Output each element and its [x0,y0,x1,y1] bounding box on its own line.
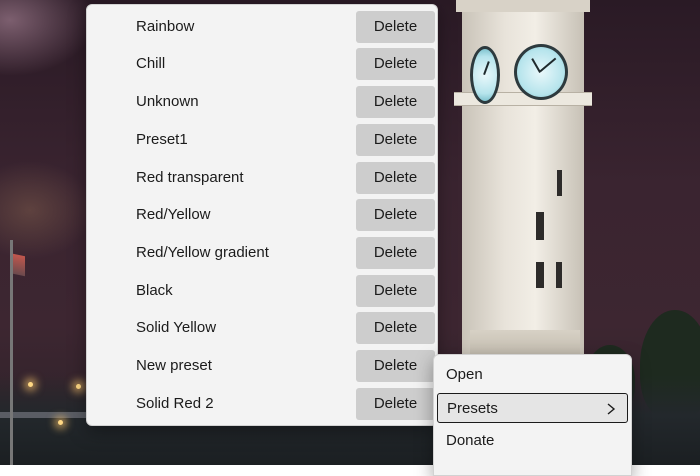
delete-preset-button[interactable]: Delete [356,388,435,420]
menu-item-open[interactable]: Open [437,360,628,390]
delete-preset-button[interactable]: Delete [356,350,435,382]
preset-name[interactable]: Chill [136,47,165,81]
preset-name[interactable]: New preset [136,349,212,383]
menu-item-donate[interactable]: Donate [437,426,628,456]
tower-window [536,262,544,288]
menu-item-label: Presets [447,400,498,417]
preset-row: Red transparent Delete [87,161,437,195]
preset-name[interactable]: Red/Yellow [136,198,211,232]
clock-tower-top [456,0,590,12]
delete-preset-button[interactable]: Delete [356,48,435,80]
delete-preset-button[interactable]: Delete [356,86,435,118]
preset-name[interactable]: Unknown [136,85,199,119]
preset-row: Black Delete [87,274,437,308]
delete-preset-button[interactable]: Delete [356,124,435,156]
delete-preset-button[interactable]: Delete [356,237,435,269]
chevron-right-icon [607,403,616,415]
preset-row: Unknown Delete [87,85,437,119]
preset-row: Red/Yellow gradient Delete [87,236,437,270]
preset-name[interactable]: Black [136,274,173,308]
street-lamp [58,420,63,425]
preset-row: New preset Delete [87,349,437,383]
preset-row: Chill Delete [87,47,437,81]
menu-item-label: Donate [446,432,495,449]
presets-submenu: Rainbow Delete Chill Delete Unknown Dele… [86,4,438,426]
street-lamp [28,382,33,387]
tray-context-menu: Open Presets Donate [433,354,632,476]
delete-preset-button[interactable]: Delete [356,199,435,231]
tower-window [556,262,562,288]
tower-window [557,170,562,196]
preset-name[interactable]: Rainbow [136,10,194,44]
flag [13,253,25,277]
delete-preset-button[interactable]: Delete [356,11,435,43]
preset-name[interactable]: Solid Yellow [136,311,216,345]
preset-row: Solid Red 2 Delete [87,387,437,421]
preset-row: Rainbow Delete [87,10,437,44]
preset-row: Solid Yellow Delete [87,311,437,345]
delete-preset-button[interactable]: Delete [356,312,435,344]
street-lamp [76,384,81,389]
menu-item-label: Open [446,366,483,383]
delete-preset-button[interactable]: Delete [356,162,435,194]
delete-preset-button[interactable]: Delete [356,275,435,307]
menu-item-presets[interactable]: Presets [437,393,628,423]
preset-name[interactable]: Solid Red 2 [136,387,214,421]
preset-row: Red/Yellow Delete [87,198,437,232]
preset-name[interactable]: Red/Yellow gradient [136,236,269,270]
preset-row: Preset1 Delete [87,123,437,157]
clock-face-front [514,44,568,100]
preset-name[interactable]: Preset1 [136,123,188,157]
tower-window [536,212,544,240]
clock-face-left [470,46,500,104]
preset-name[interactable]: Red transparent [136,161,244,195]
